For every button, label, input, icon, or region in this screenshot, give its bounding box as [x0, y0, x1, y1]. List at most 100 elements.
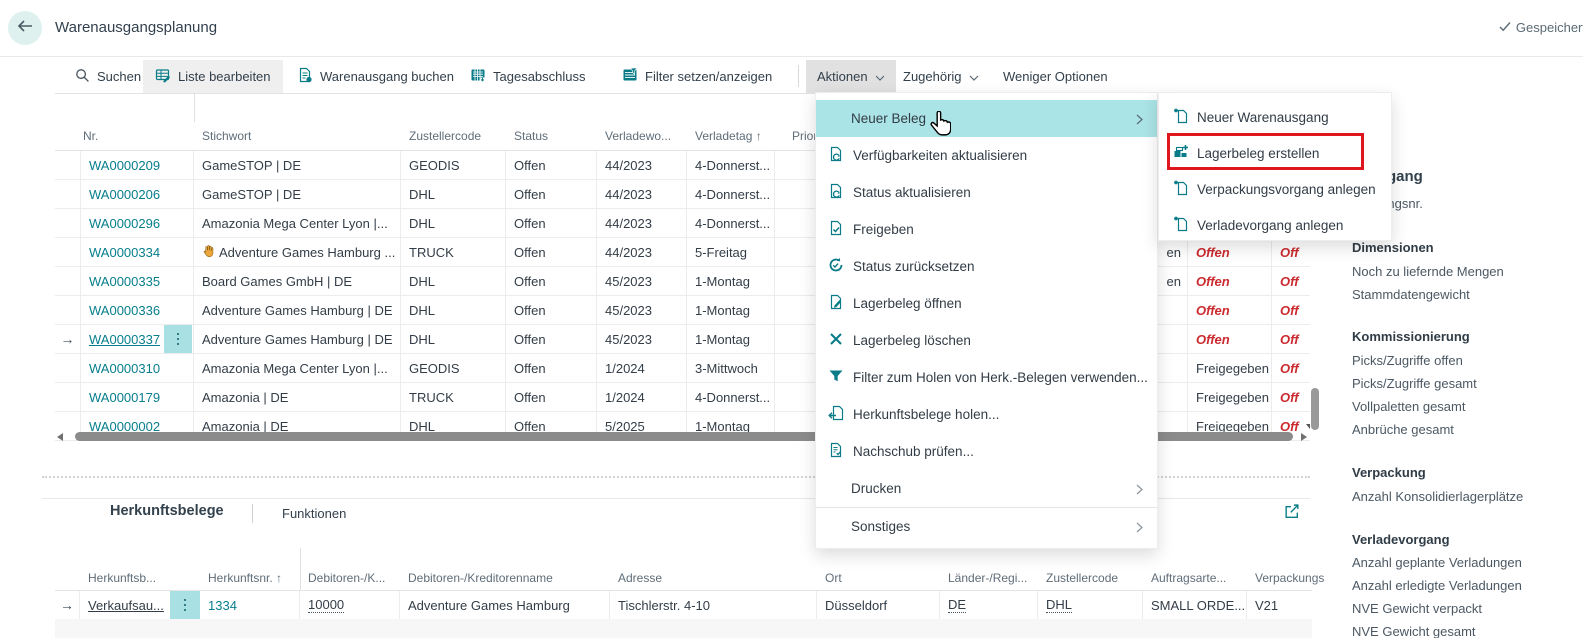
- cell-keyword[interactable]: GameSTOP | DE: [194, 180, 401, 208]
- header-city[interactable]: Ort: [817, 571, 842, 585]
- country-lookup[interactable]: DE: [948, 597, 966, 613]
- cell-right-b[interactable]: Offen: [1188, 325, 1272, 353]
- cell-right-b[interactable]: Offen: [1188, 267, 1272, 295]
- factbox-item[interactable]: Vollpaletten gesamt: [1352, 399, 1465, 414]
- cell-carrier[interactable]: DHL: [401, 180, 506, 208]
- search-button[interactable]: Suchen: [75, 60, 141, 93]
- factbox-item[interactable]: Anbrüche gesamt: [1352, 422, 1454, 437]
- menu-item-freigeben[interactable]: Freigeben: [816, 211, 1157, 248]
- related-menu-button[interactable]: Zugehörig: [903, 60, 979, 93]
- cell-ship-day[interactable]: 4-Donnerst...: [687, 383, 775, 411]
- row-select-cell[interactable]: [55, 296, 81, 324]
- cell-address[interactable]: Tischlerstr. 4-10: [610, 591, 817, 619]
- open-in-new-icon[interactable]: [1283, 503, 1301, 525]
- header-doc-no[interactable]: Herkunftsnr. ↑: [200, 571, 282, 585]
- menu-item-neuer-beleg[interactable]: Neuer Beleg: [816, 100, 1157, 137]
- row-select-cell[interactable]: [55, 267, 81, 295]
- shipment-no-link[interactable]: WA0000206: [89, 187, 160, 202]
- header-status[interactable]: Status: [506, 122, 548, 150]
- factbox-item[interactable]: Anzahl geplante Verladungen: [1352, 555, 1522, 570]
- cell-carrier[interactable]: DHL: [401, 209, 506, 237]
- post-shipment-button[interactable]: Warenausgang buchen: [297, 60, 454, 93]
- cell-carrier[interactable]: DHL: [401, 325, 506, 353]
- menu-item-filter-herk-belege[interactable]: Filter zum Holen von Herk.-Belegen verwe…: [816, 359, 1157, 396]
- menu-item-lagerbeleg-oeffnen[interactable]: Lagerbeleg öffnen: [816, 285, 1157, 322]
- cell-ship-week[interactable]: 44/2023: [597, 151, 687, 179]
- cell-carrier[interactable]: TRUCK: [401, 383, 506, 411]
- cell-ship-day[interactable]: 4-Donnerst...: [687, 151, 775, 179]
- cell-keyword[interactable]: Amazonia Mega Center Lyon |...: [194, 354, 401, 382]
- cell-keyword[interactable]: Adventure Games Hamburg | DE: [194, 296, 401, 324]
- menu-item-lagerbeleg-loeschen[interactable]: Lagerbeleg löschen: [816, 322, 1157, 359]
- cell-carrier[interactable]: GEODIS: [401, 354, 506, 382]
- cell-city[interactable]: Düsseldorf: [817, 591, 940, 619]
- cell-keyword[interactable]: Amazonia Mega Center Lyon |...: [194, 209, 401, 237]
- menu-item-herkunftsbelege-holen[interactable]: Herkunftsbelege holen...: [816, 396, 1157, 433]
- header-account-name[interactable]: Debitoren-/Kreditorenname: [400, 571, 553, 585]
- back-button[interactable]: [8, 11, 42, 45]
- header-carrier[interactable]: Zustellercode: [1038, 571, 1118, 585]
- cell-account-name[interactable]: Adventure Games Hamburg: [400, 591, 610, 619]
- cell-ship-week[interactable]: 44/2023: [597, 180, 687, 208]
- actions-menu-button[interactable]: Aktionen: [806, 60, 896, 93]
- row-select-cell[interactable]: [55, 354, 81, 382]
- header-ship-day[interactable]: Verladetag ↑: [687, 122, 762, 150]
- cell-ship-week[interactable]: 45/2023: [597, 267, 687, 295]
- cell-packing[interactable]: V21: [1247, 591, 1312, 619]
- cell-ship-week[interactable]: 1/2024: [597, 383, 687, 411]
- cell-right-c[interactable]: Off: [1272, 267, 1310, 295]
- row-context-menu-icon[interactable]: [164, 325, 192, 353]
- shipment-no-link[interactable]: WA0000337: [89, 332, 160, 347]
- header-order-type[interactable]: Auftragsarte...: [1143, 571, 1226, 585]
- cell-right-b[interactable]: Freigegeben: [1188, 354, 1272, 382]
- carrier-lookup[interactable]: DHL: [1046, 597, 1072, 613]
- cell-status[interactable]: Offen: [506, 296, 597, 324]
- submenu-item-neuer-warenausgang[interactable]: Neuer Warenausgang: [1159, 99, 1391, 135]
- cell-ship-week[interactable]: 45/2023: [597, 296, 687, 324]
- row-context-menu-icon[interactable]: [170, 591, 200, 619]
- factbox-item[interactable]: Anzahl erledigte Verladungen: [1352, 578, 1522, 593]
- cell-right-c[interactable]: Off: [1272, 296, 1310, 324]
- submenu-item-lagerbeleg-erstellen[interactable]: Lagerbeleg erstellen: [1159, 135, 1391, 171]
- cell-status[interactable]: Offen: [506, 209, 597, 237]
- cell-right-c[interactable]: Off: [1272, 354, 1310, 382]
- filter-toggle-button[interactable]: Filter setzen/anzeigen: [622, 60, 772, 93]
- cell-ship-week[interactable]: 44/2023: [597, 238, 687, 266]
- submenu-item-verpackungsvorgang-anlegen[interactable]: Verpackungsvorgang anlegen: [1159, 171, 1391, 207]
- header-nr[interactable]: Nr.: [75, 122, 98, 150]
- header-doc-type[interactable]: Herkunftsb...: [80, 571, 156, 585]
- cell-status[interactable]: Offen: [506, 325, 597, 353]
- functions-menu-button[interactable]: Funktionen: [282, 506, 346, 521]
- factbox-item[interactable]: NVE Gewicht gesamt: [1352, 624, 1476, 638]
- cell-right-c[interactable]: Off: [1272, 383, 1310, 411]
- cell-status[interactable]: Offen: [506, 383, 597, 411]
- factbox-item[interactable]: Picks/Zugriffe gesamt: [1352, 376, 1477, 391]
- row-select-cell[interactable]: [55, 151, 81, 179]
- account-no-lookup[interactable]: 10000: [308, 597, 344, 613]
- cell-ship-week[interactable]: 45/2023: [597, 325, 687, 353]
- cell-carrier[interactable]: DHL: [401, 296, 506, 324]
- menu-item-verfuegbarkeiten-aktualisieren[interactable]: Verfügbarkeiten aktualisieren: [816, 137, 1157, 174]
- cell-order-type[interactable]: SMALL ORDE...: [1143, 591, 1247, 619]
- row-select-cell[interactable]: [55, 383, 81, 411]
- factbox-item[interactable]: Noch zu liefernde Mengen: [1352, 264, 1504, 279]
- cell-ship-week[interactable]: 44/2023: [597, 209, 687, 237]
- submenu-item-verladevorgang-anlegen[interactable]: Verladevorgang anlegen: [1159, 207, 1391, 243]
- cell-carrier[interactable]: TRUCK: [401, 238, 506, 266]
- cell-dropdown-icon[interactable]: [1306, 424, 1310, 429]
- shipment-no-link[interactable]: WA0000335: [89, 274, 160, 289]
- cell-ship-day[interactable]: 5-Freitag: [687, 238, 775, 266]
- cell-carrier[interactable]: DHL: [401, 267, 506, 295]
- cell-right-b[interactable]: Freigegeben: [1188, 383, 1272, 411]
- cell-right-c[interactable]: Off: [1272, 325, 1310, 353]
- shipment-no-link[interactable]: WA0000179: [89, 390, 160, 405]
- row-select-cell[interactable]: [55, 180, 81, 208]
- menu-item-sonstiges[interactable]: Sonstiges: [816, 508, 1157, 545]
- header-ship-week[interactable]: Verladewo...: [597, 122, 671, 150]
- factbox-item[interactable]: Picks/Zugriffe offen: [1352, 353, 1463, 368]
- source-doc-no-link[interactable]: 1334: [208, 598, 237, 613]
- cell-keyword[interactable]: Board Games GmbH | DE: [194, 267, 401, 295]
- header-packing[interactable]: Verpackungs: [1247, 571, 1324, 585]
- header-country[interactable]: Länder-/Regi...: [940, 571, 1027, 585]
- shipment-no-link[interactable]: WA0000209: [89, 158, 160, 173]
